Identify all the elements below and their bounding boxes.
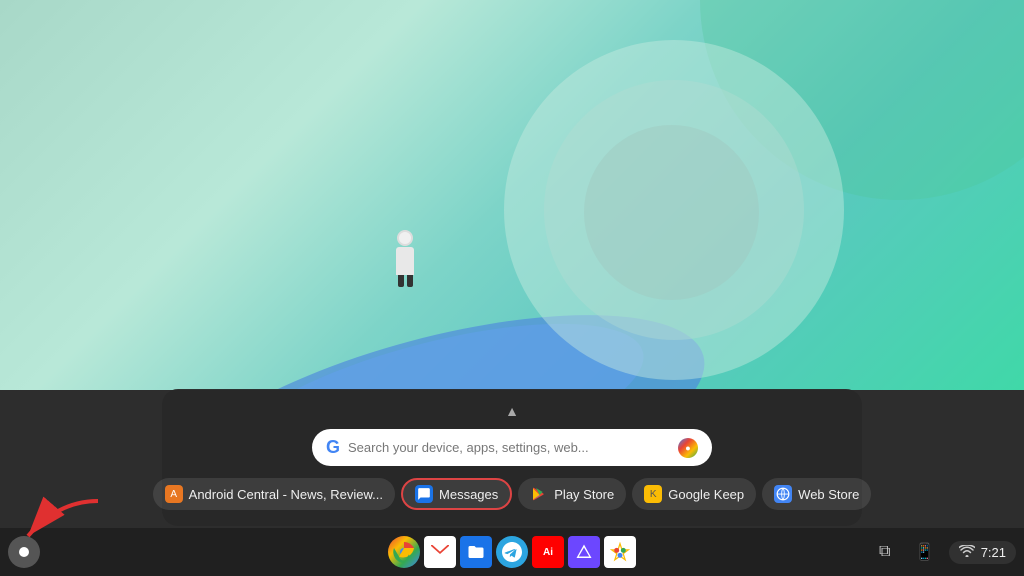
- app-chip-android-central[interactable]: A Android Central - News, Review...: [153, 478, 395, 510]
- wallpaper: [0, 0, 1024, 390]
- app-chip-web-store[interactable]: Web Store: [762, 478, 871, 510]
- taskbar-app-chrome[interactable]: [388, 536, 420, 568]
- taskbar-app-gmail[interactable]: [424, 536, 456, 568]
- taskbar-app-photos[interactable]: [604, 536, 636, 568]
- messages-label: Messages: [439, 487, 498, 502]
- google-keep-icon: K: [644, 485, 662, 503]
- person-figure: [390, 230, 420, 290]
- google-assistant-icon[interactable]: ●: [678, 438, 698, 458]
- phone-icon[interactable]: 📱: [909, 536, 941, 568]
- play-store-icon: [530, 485, 548, 503]
- wifi-icon: [959, 545, 975, 560]
- messages-icon: [415, 485, 433, 503]
- search-bar[interactable]: G Search your device, apps, settings, we…: [312, 429, 712, 466]
- taskbar-left: [8, 536, 40, 568]
- web-store-icon: [774, 485, 792, 503]
- app-suggestions-row: AAndroid Central - News, Review...Messag…: [182, 478, 842, 510]
- taskbar-app-telegram[interactable]: [496, 536, 528, 568]
- taskbar: Ai ⧉ 📱 7:21: [0, 528, 1024, 576]
- google-keep-label: Google Keep: [668, 487, 744, 502]
- google-logo: G: [326, 437, 340, 458]
- launcher-panel: ▲ G Search your device, apps, settings, …: [162, 389, 862, 526]
- time-display: 7:21: [981, 545, 1006, 560]
- web-store-label: Web Store: [798, 487, 859, 502]
- launcher-chevron[interactable]: ▲: [182, 403, 842, 419]
- taskbar-right: ⧉ 📱 7:21: [869, 536, 1016, 568]
- screen-mirror-icon[interactable]: ⧉: [869, 536, 901, 568]
- igloo-inner: [584, 125, 759, 300]
- search-placeholder: Search your device, apps, settings, web.…: [348, 440, 670, 455]
- launcher-dot: [19, 547, 29, 557]
- status-area[interactable]: 7:21: [949, 541, 1016, 564]
- app-chip-play-store[interactable]: Play Store: [518, 478, 626, 510]
- taskbar-app-kapwing[interactable]: [568, 536, 600, 568]
- play-store-label: Play Store: [554, 487, 614, 502]
- launcher-button[interactable]: [8, 536, 40, 568]
- android-central-icon: A: [165, 485, 183, 503]
- app-chip-google-keep[interactable]: K Google Keep: [632, 478, 756, 510]
- taskbar-app-files[interactable]: [460, 536, 492, 568]
- taskbar-app-adobe[interactable]: Ai: [532, 536, 564, 568]
- taskbar-center-apps: Ai: [388, 536, 636, 568]
- android-central-label: Android Central - News, Review...: [189, 487, 383, 502]
- app-chip-messages[interactable]: Messages: [401, 478, 512, 510]
